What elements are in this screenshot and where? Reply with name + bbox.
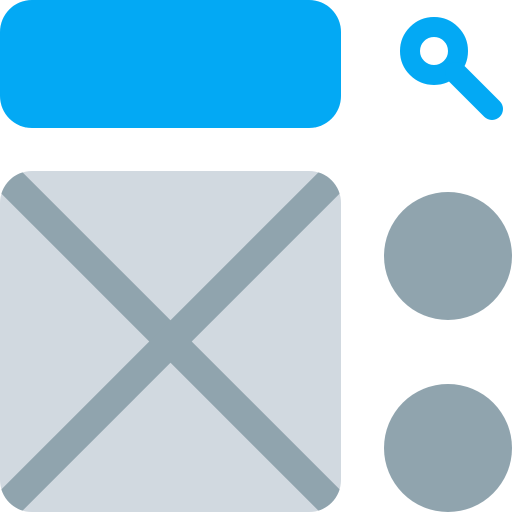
wireframe-canvas	[0, 0, 512, 512]
search-icon-handle	[445, 62, 503, 120]
search-bar[interactable]	[0, 0, 341, 128]
list-item-dot	[384, 384, 512, 512]
image-placeholder	[0, 171, 341, 512]
search-icon	[400, 17, 503, 120]
image-placeholder-icon	[0, 171, 341, 512]
search-button[interactable]	[384, 0, 512, 128]
list-item-dot	[384, 192, 512, 320]
